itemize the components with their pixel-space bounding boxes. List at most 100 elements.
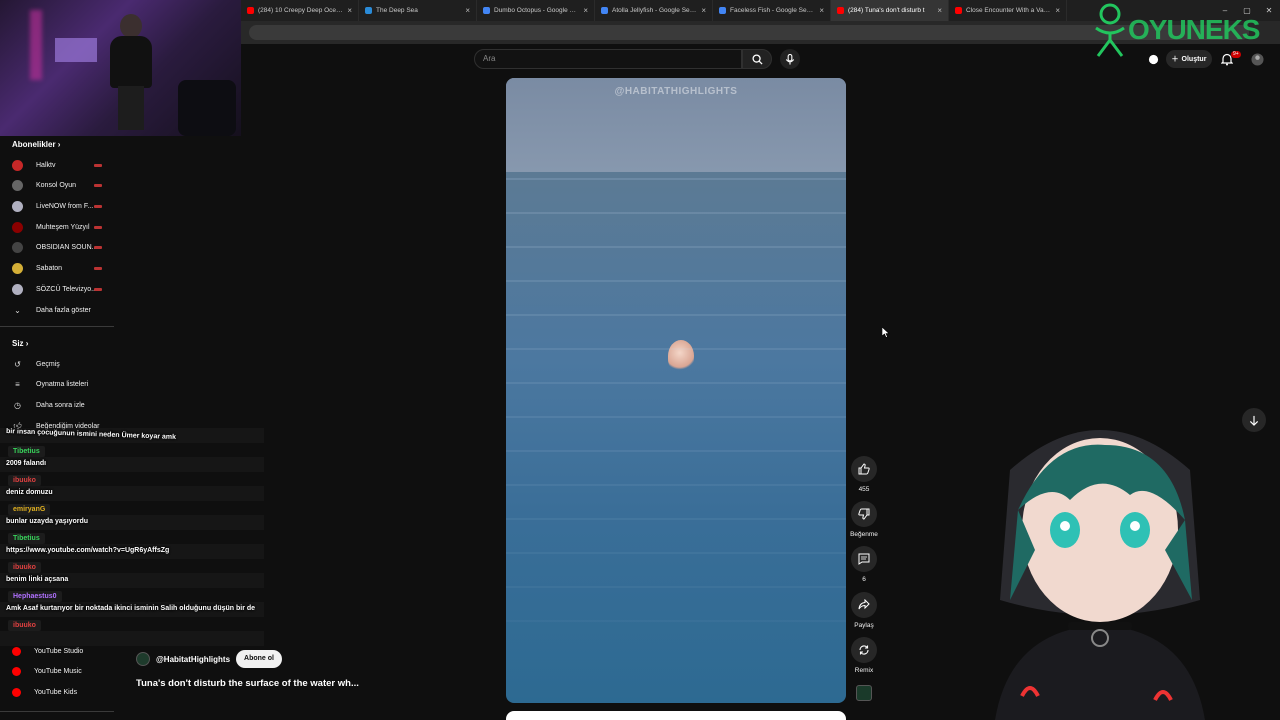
history-icon: ↺ [14,359,21,369]
comments-button[interactable] [851,546,877,572]
tab-close-icon[interactable]: × [583,6,588,15]
divider [0,711,114,712]
comments-action: 6 [850,546,878,583]
channel-avatar[interactable] [136,652,150,666]
remix-action: Remix [850,637,878,674]
remix-button[interactable] [851,637,877,663]
vtuber-avatar [995,430,1205,720]
logo-figure-icon [1095,3,1125,57]
tab-close-icon[interactable]: × [1055,6,1060,15]
subscribe-button[interactable]: Abone ol [236,650,282,668]
tab-title: Close Encounter With a Vamp [966,7,1053,14]
tab-favicon-icon [247,7,254,14]
subscription-label: Halktv [36,161,56,169]
browser-tab[interactable]: The Deep Sea × [359,0,477,21]
voice-search-button[interactable] [780,49,800,69]
subscription-item[interactable]: Halktv [12,158,102,172]
water-ripple [506,246,846,248]
show-more-subscriptions[interactable]: ⌄ Daha fazla göster [12,303,91,317]
channel-avatar [12,200,23,212]
share-button[interactable] [851,592,877,618]
video-watermark: @HABITATHIGHLIGHTS [614,86,738,97]
tab-close-icon[interactable]: × [701,6,706,15]
more-from-youtube-item[interactable]: YouTube Music [12,665,82,679]
remix-label: Remix [854,667,874,674]
subscription-item[interactable]: Muhteşem Yüzyıl [12,220,102,234]
tab-close-icon[interactable]: × [937,6,942,15]
you-item-label: Oynatma listeleri [36,381,89,389]
tab-favicon-icon [837,7,844,14]
channel-name[interactable]: @HabitatHighlights [156,655,230,664]
chat-username: emiryanG [8,504,51,515]
chat-username: Tibetius [8,533,45,544]
share-label: Paylaş [854,622,874,629]
water-ripple [506,518,846,520]
chat-message-band [0,631,264,646]
lamp-light [30,10,42,80]
tab-close-icon[interactable]: × [347,6,352,15]
tab-close-icon[interactable]: × [819,6,824,15]
webcam-overlay [0,0,241,136]
subscription-item[interactable]: SÖZCÜ Televizyo... [12,282,102,296]
browser-tab[interactable]: (284) 10 Creepy Deep Ocean C × [241,0,359,21]
thumbs-up-icon [858,463,870,475]
browser-tab[interactable]: Atolla Jellyfish - Google Search × [595,0,713,21]
water-ripple [506,382,846,384]
sound-source-avatar[interactable] [856,685,872,701]
app-label: YouTube Music [34,668,82,676]
tab-favicon-icon [955,7,962,14]
channel-avatar [12,159,23,171]
tab-title: The Deep Sea [376,7,418,14]
browser-tab[interactable]: Faceless Fish - Google Search × [713,0,831,21]
live-indicator [94,287,102,291]
browser-tab[interactable]: Dumbo Octopus - Google Searc × [477,0,595,21]
tab-title: Faceless Fish - Google Search [730,7,817,14]
dislike-button[interactable] [851,501,877,527]
comment-icon [858,553,870,565]
subscription-item[interactable]: OBSIDIAN SOUN... [12,241,102,255]
like-button[interactable] [851,456,877,482]
you-item[interactable]: ≡ Oynatma listeleri [12,378,88,392]
youtube-app-icon [12,687,21,697]
subscriptions-title[interactable]: Abonelikler › [12,140,60,149]
chat-username: ibuuko [8,562,41,573]
tab-close-icon[interactable]: × [465,6,470,15]
live-indicator [94,225,102,229]
you-item-label: Daha sonra izle [36,401,85,409]
live-indicator [94,204,102,208]
you-item[interactable]: ↺ Geçmiş [12,357,60,371]
tab-title: (284) Tuna's don't disturb t [848,7,925,14]
subscription-item[interactable]: Sabaton [12,262,102,276]
search-input[interactable]: Ara [474,49,742,69]
video-title[interactable]: Tuna's don't disturb the surface of the … [136,678,359,689]
subscription-label: Konsol Oyun [36,182,77,190]
tab-title: (284) 10 Creepy Deep Ocean C [258,7,345,14]
more-from-youtube-item[interactable]: YouTube Kids [12,685,77,699]
you-section-title[interactable]: Siz › [12,339,28,348]
short-video-player[interactable]: @HABITATHIGHLIGHTS [506,78,846,703]
chat-message-text: 2009 falandı [6,460,47,467]
water-ripple [506,178,846,180]
stream-logo: OYUNEKS [1088,2,1280,58]
search-icon [751,53,763,65]
microphone-icon [785,53,795,65]
water-ripple [506,416,846,418]
tab-favicon-icon [365,7,372,14]
water-ripple [506,348,846,350]
browser-tab[interactable]: Close Encounter With a Vamp × [949,0,1067,21]
next-video-peek[interactable] [506,711,846,720]
chevron-down-icon: ⌄ [14,305,21,315]
subscription-item[interactable]: Konsol Oyun [12,179,102,193]
live-indicator [94,163,102,167]
chat-message-text: deniz domuzu [6,489,53,496]
tab-title: Dumbo Octopus - Google Searc [494,7,581,14]
chat-username: ibuuko [8,620,41,631]
you-item[interactable]: ◷ Daha sonra izle [12,398,85,412]
like-count: 455 [858,486,870,493]
comment-count: 6 [862,576,866,583]
divider [0,326,114,327]
browser-tab[interactable]: (284) Tuna's don't disturb t × [831,0,949,21]
search-button[interactable] [742,49,772,69]
subscription-label: Sabaton [36,265,63,272]
subscription-item[interactable]: LiveNOW from F... [12,199,102,213]
